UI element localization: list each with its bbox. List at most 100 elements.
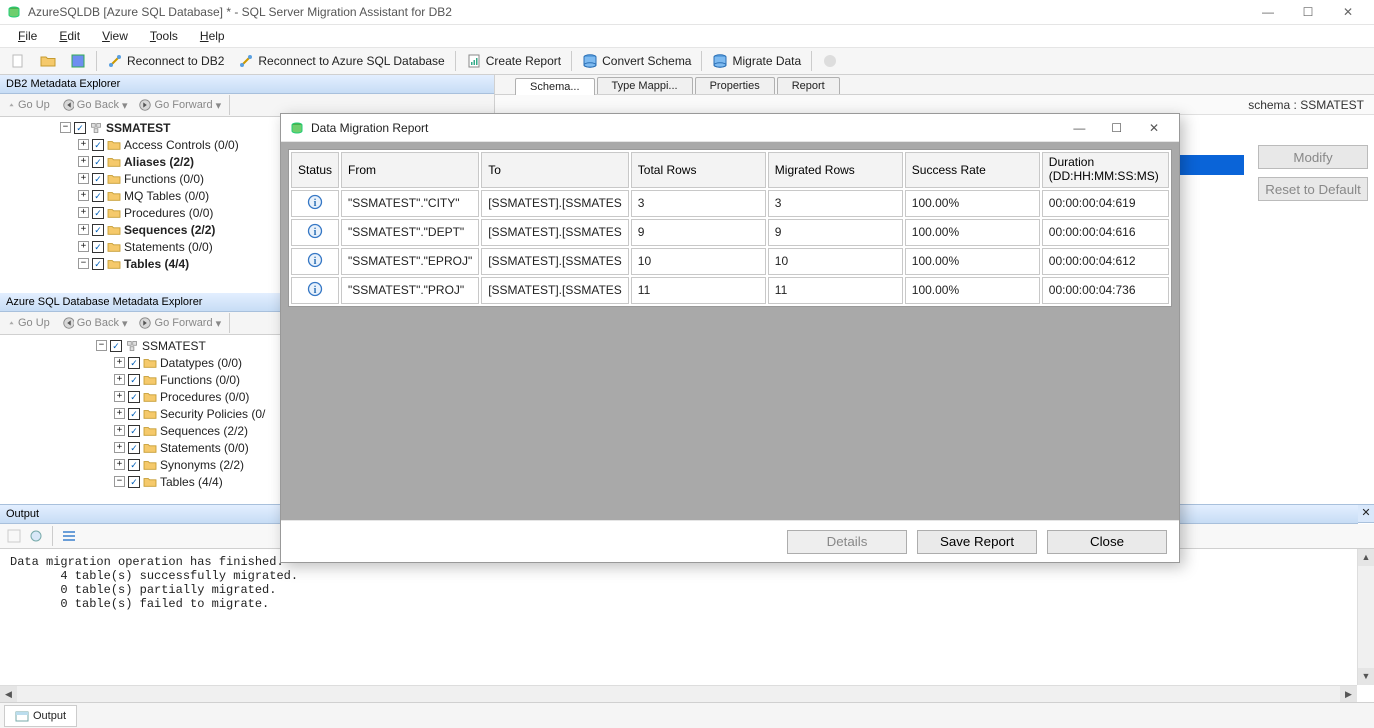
minimize-button[interactable]: — [1248,5,1288,19]
go-forward-button[interactable]: Go Forward▾ [134,97,226,113]
tab-schema[interactable]: Schema... [515,78,595,95]
expand-icon[interactable]: + [114,408,125,419]
checkbox[interactable]: ✓ [110,340,122,352]
info-icon [307,281,323,297]
expand-icon[interactable]: + [114,425,125,436]
col-status[interactable]: Status [291,152,339,188]
col-success[interactable]: Success Rate [905,152,1040,188]
collapse-icon[interactable]: − [114,476,125,487]
output-hscroll[interactable]: ◀▶ [0,685,1357,702]
convert-icon [582,53,598,69]
tab-properties[interactable]: Properties [695,77,775,94]
migrate-data-button[interactable]: Migrate Data [706,51,807,71]
modify-button: Modify [1258,145,1368,169]
menu-file[interactable]: File [8,27,47,45]
expand-icon[interactable]: + [78,173,89,184]
checkbox[interactable]: ✓ [92,224,104,236]
dialog-minimize-button[interactable]: — [1062,121,1096,135]
col-from[interactable]: From [341,152,479,188]
folder-icon [143,476,157,488]
toolbar-stop-icon [816,51,844,71]
checkbox[interactable]: ✓ [128,425,140,437]
checkbox[interactable]: ✓ [92,156,104,168]
clear-icon[interactable] [6,528,22,544]
close-report-button[interactable]: Close [1047,530,1167,554]
checkbox[interactable]: ✓ [128,408,140,420]
folder-icon [107,173,121,185]
filter-icon[interactable] [28,528,44,544]
checkbox[interactable]: ✓ [92,190,104,202]
expand-icon[interactable]: + [114,391,125,402]
menu-bar: File Edit View Tools Help [0,25,1374,47]
window-title: AzureSQLDB [Azure SQL Database] * - SQL … [28,5,1248,19]
maximize-button[interactable]: ☐ [1288,5,1328,19]
checkbox[interactable]: ✓ [128,442,140,454]
save-report-button[interactable]: Save Report [917,530,1037,554]
go-forward-button[interactable]: Go Forward▾ [134,315,226,331]
menu-help[interactable]: Help [190,27,235,45]
checkbox[interactable]: ✓ [92,241,104,253]
col-to[interactable]: To [481,152,629,188]
expand-icon[interactable]: + [78,224,89,235]
collapse-icon[interactable]: − [78,258,89,269]
checkbox[interactable]: ✓ [74,122,86,134]
collapse-icon[interactable]: − [96,340,107,351]
toolbar-new-icon[interactable] [4,51,32,71]
checkbox[interactable]: ✓ [128,391,140,403]
table-row[interactable]: "SSMATEST"."PROJ" [SSMATEST].[SSMATES 11… [291,277,1169,304]
checkbox[interactable]: ✓ [92,139,104,151]
output-close-icon[interactable]: ✕ [1358,505,1374,523]
info-icon [307,252,323,268]
checkbox[interactable]: ✓ [92,258,104,270]
collapse-icon[interactable]: − [60,122,71,133]
table-row[interactable]: "SSMATEST"."DEPT" [SSMATEST].[SSMATES 9 … [291,219,1169,246]
folder-icon [107,156,121,168]
reconnect-azure-button[interactable]: Reconnect to Azure SQL Database [232,51,450,71]
go-back-button[interactable]: Go Back▾ [56,97,132,113]
col-total[interactable]: Total Rows [631,152,766,188]
bottom-tabstrip: Output [0,702,1374,728]
toolbar-open-icon[interactable] [34,51,62,71]
create-report-button[interactable]: Create Report [460,51,567,71]
checkbox[interactable]: ✓ [128,357,140,369]
close-button[interactable]: ✕ [1328,5,1368,19]
expand-icon[interactable]: + [78,156,89,167]
tab-report[interactable]: Report [777,77,840,94]
info-icon [307,223,323,239]
col-migrated[interactable]: Migrated Rows [768,152,903,188]
menu-view[interactable]: View [92,27,138,45]
expand-icon[interactable]: + [114,459,125,470]
dialog-maximize-button[interactable]: ☐ [1100,121,1134,135]
expand-icon[interactable]: + [114,374,125,385]
reconnect-db2-button[interactable]: Reconnect to DB2 [101,51,230,71]
col-duration[interactable]: Duration(DD:HH:MM:SS:MS) [1042,152,1169,188]
tab-type-mapping[interactable]: Type Mappi... [597,77,693,94]
go-up-button[interactable]: Go Up [4,316,54,330]
output-vscroll[interactable]: ▲▼ [1357,549,1374,685]
bottom-tab-output[interactable]: Output [4,705,77,727]
checkbox[interactable]: ✓ [92,207,104,219]
go-back-button[interactable]: Go Back▾ [56,315,132,331]
main-toolbar: Reconnect to DB2 Reconnect to Azure SQL … [0,47,1374,75]
checkbox[interactable]: ✓ [128,374,140,386]
list-icon[interactable] [61,528,77,544]
checkbox[interactable]: ✓ [128,476,140,488]
expand-icon[interactable]: + [78,207,89,218]
convert-schema-button[interactable]: Convert Schema [576,51,697,71]
reset-default-button: Reset to Default [1258,177,1368,201]
migration-grid[interactable]: Status From To Total Rows Migrated Rows … [288,149,1172,307]
checkbox[interactable]: ✓ [92,173,104,185]
checkbox[interactable]: ✓ [128,459,140,471]
expand-icon[interactable]: + [78,241,89,252]
menu-edit[interactable]: Edit [49,27,90,45]
menu-tools[interactable]: Tools [140,27,188,45]
expand-icon[interactable]: + [114,442,125,453]
go-up-button[interactable]: Go Up [4,98,54,112]
expand-icon[interactable]: + [114,357,125,368]
dialog-close-button[interactable]: ✕ [1137,121,1171,135]
expand-icon[interactable]: + [78,139,89,150]
toolbar-save-icon[interactable] [64,51,92,71]
table-row[interactable]: "SSMATEST"."EPROJ" [SSMATEST].[SSMATES 1… [291,248,1169,275]
expand-icon[interactable]: + [78,190,89,201]
table-row[interactable]: "SSMATEST"."CITY" [SSMATEST].[SSMATES 3 … [291,190,1169,217]
